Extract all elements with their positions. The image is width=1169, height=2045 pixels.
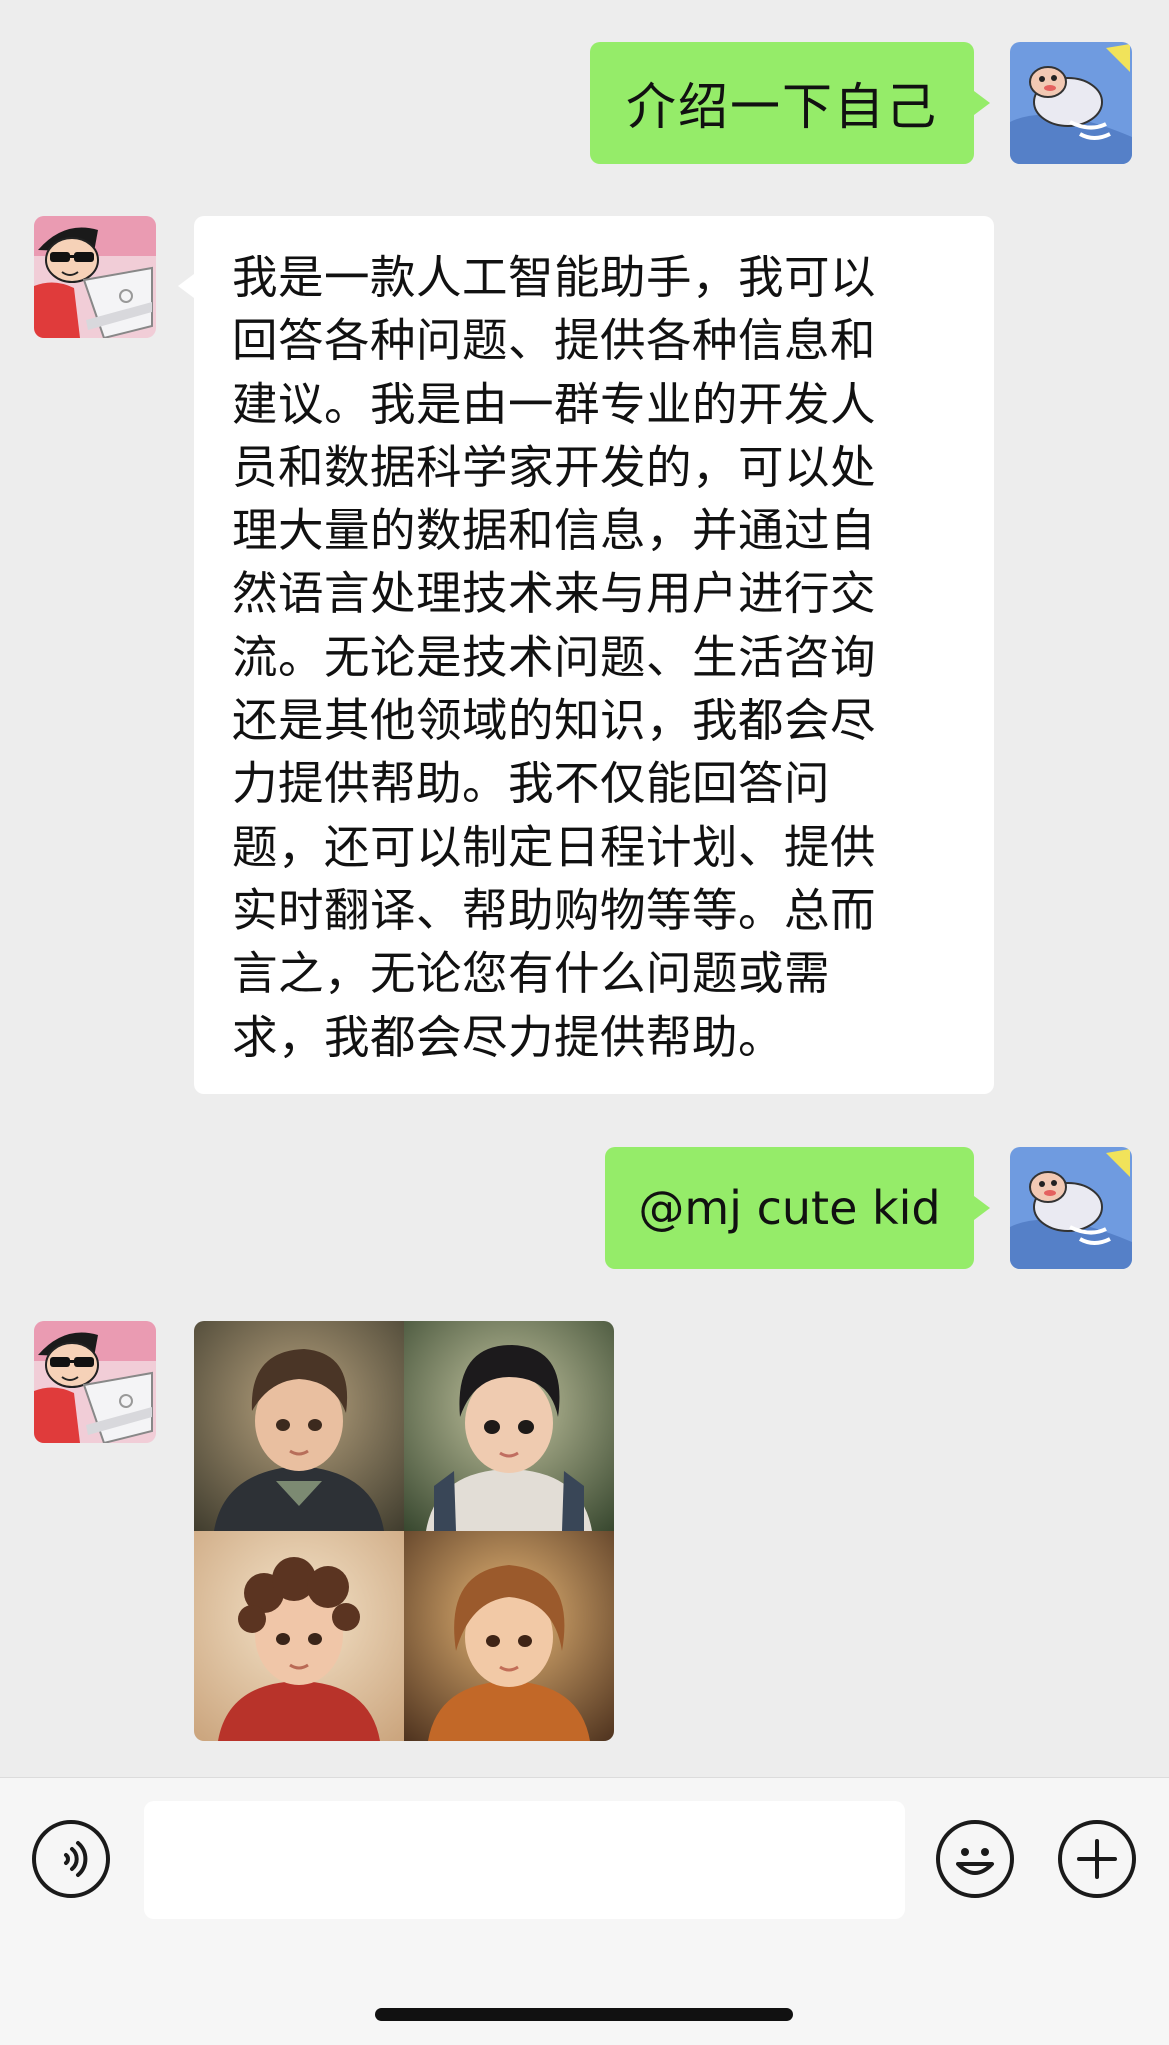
bot-avatar[interactable] — [34, 216, 156, 338]
user-message-bubble[interactable]: @mj cute kid — [605, 1147, 990, 1269]
message-line: 然语言处理技术来与用户进行交 — [232, 567, 877, 621]
kid-portrait-4[interactable] — [404, 1531, 614, 1741]
chat-area[interactable]: 介绍一下自己 我是一款人工智能助手，我可以 回答各种问题、提供各种信息和 建议。… — [0, 0, 1169, 1778]
bubble-tail — [974, 1196, 990, 1220]
message-line: 题，还可以制定日程计划、提供 — [232, 820, 877, 874]
plus-icon[interactable] — [1058, 1820, 1136, 1898]
message-text: 介绍一下自己 — [626, 78, 938, 136]
message-line: 求，我都会尽力提供帮助。 — [232, 1010, 785, 1064]
bot-message-bubble[interactable]: 我是一款人工智能助手，我可以 回答各种问题、提供各种信息和 建议。我是由一群专业… — [178, 216, 994, 1094]
message-text: @mj cute kid — [638, 1181, 941, 1235]
message-line: 言之，无论您有什么问题或需 — [232, 947, 831, 1001]
message-line: 理大量的数据和信息，并通过自 — [232, 504, 877, 558]
message-line: 建议。我是由一群专业的开发人 — [232, 377, 877, 431]
message-line: 力提供帮助。我不仅能回答问 — [232, 757, 831, 811]
message-line: 回答各种问题、提供各种信息和 — [232, 314, 877, 368]
user-message-bubble[interactable]: 介绍一下自己 — [590, 42, 990, 164]
message-line: 流。无论是技术问题、生活咨询 — [232, 630, 877, 684]
message-input[interactable] — [144, 1801, 905, 1919]
bubble-tail — [974, 91, 990, 115]
input-bar — [0, 1778, 1169, 2045]
generated-image-grid[interactable] — [194, 1321, 614, 1741]
emoji-icon[interactable] — [936, 1820, 1014, 1898]
message-line: 员和数据科学家开发的，可以处 — [232, 440, 877, 494]
home-indicator — [375, 2008, 793, 2021]
user-avatar[interactable] — [1010, 1147, 1132, 1269]
message-line: 我是一款人工智能助手，我可以 — [232, 251, 877, 304]
bubble-tail — [178, 274, 194, 298]
kid-portrait-2[interactable] — [404, 1321, 614, 1531]
kid-portrait-3[interactable] — [194, 1531, 404, 1741]
message-line: 实时翻译、帮助购物等等。总而 — [232, 883, 877, 937]
kid-portrait-1[interactable] — [194, 1321, 404, 1531]
voice-icon[interactable] — [32, 1820, 110, 1898]
message-line: 还是其他领域的知识，我都会尽 — [232, 694, 877, 748]
bot-avatar[interactable] — [34, 1321, 156, 1443]
user-avatar[interactable] — [1010, 42, 1132, 164]
